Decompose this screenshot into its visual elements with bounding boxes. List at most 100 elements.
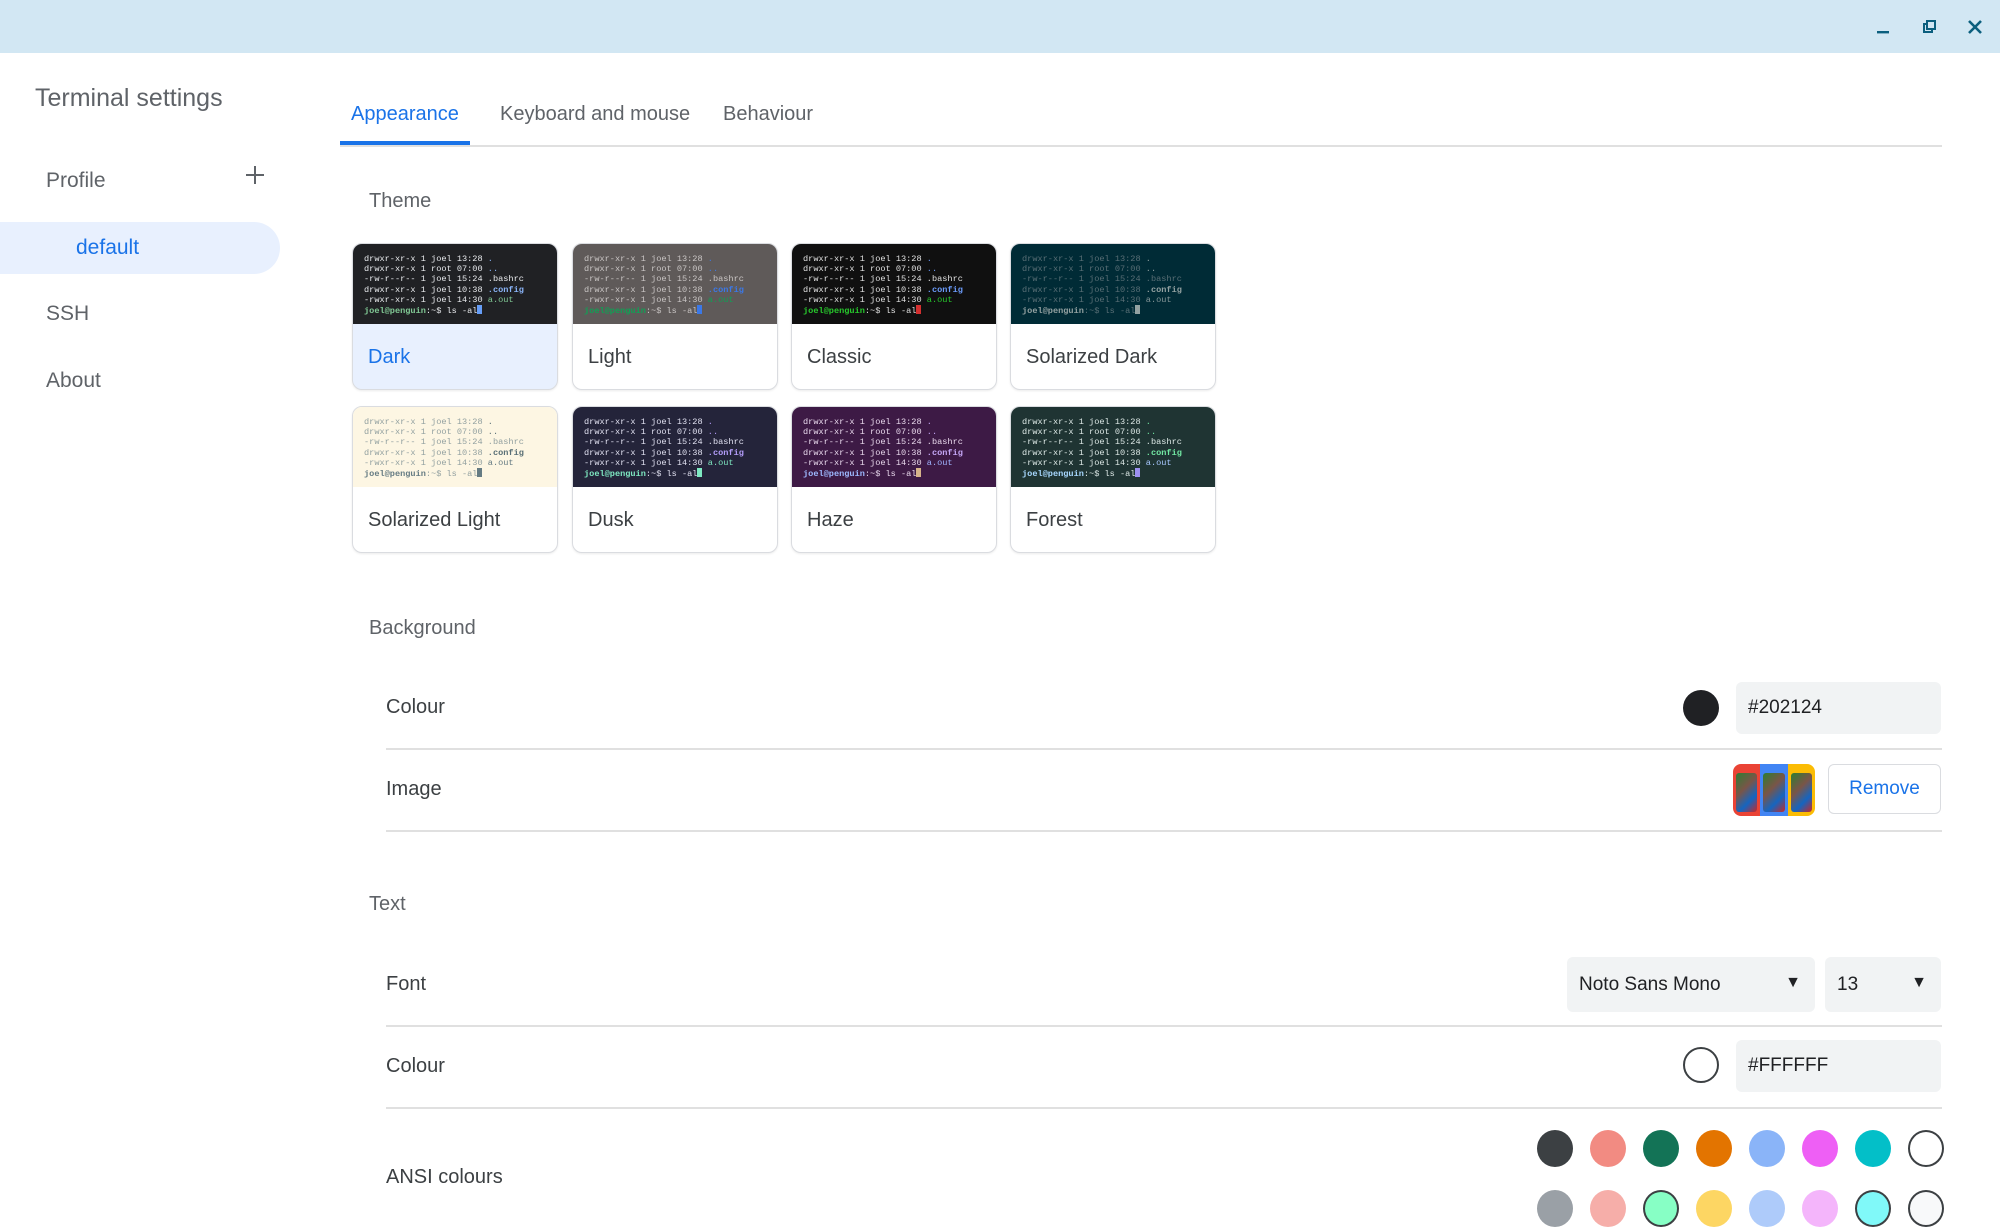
theme-card-dark[interactable]: drwxr-xr-x 1 joel 13:28 . drwxr-xr-x 1 ro… — [352, 243, 558, 390]
sidebar-item-ssh[interactable]: SSH — [0, 288, 280, 340]
preview-line: -rwxr-xr-x 1 joel 14:30 a.out — [1022, 294, 1172, 305]
remove-image-button[interactable]: Remove — [1828, 764, 1941, 814]
background-colour-label: Colour — [386, 696, 445, 718]
ansi-colour-swatch[interactable] — [1802, 1130, 1838, 1167]
ansi-colour-swatch[interactable] — [1855, 1130, 1891, 1167]
font-size-select[interactable]: 13 ▼ — [1825, 957, 1941, 1012]
theme-card-solarized-light[interactable]: drwxr-xr-x 1 joel 13:28 . drwxr-xr-x 1 ro… — [352, 406, 558, 553]
minimize-button[interactable] — [1868, 12, 1898, 42]
preview-line: drwxr-xr-x 1 root 07:00 .. — [364, 427, 499, 438]
theme-card-label: Haze — [807, 509, 854, 531]
preview-prompt: joel@penguin:~$ ls -al — [364, 305, 546, 316]
theme-card-label: Forest — [1026, 509, 1083, 531]
background-image-label: Image — [386, 778, 442, 800]
theme-card-label: Dusk — [588, 509, 634, 531]
theme-card-haze[interactable]: drwxr-xr-x 1 joel 13:28 . drwxr-xr-x 1 ro… — [791, 406, 997, 553]
background-colour-swatch[interactable] — [1683, 690, 1719, 726]
font-family-select[interactable]: Noto Sans Mono ▼ — [1567, 957, 1815, 1012]
ansi-colour-swatch[interactable] — [1908, 1190, 1944, 1227]
theme-card-dusk[interactable]: drwxr-xr-x 1 joel 13:28 . drwxr-xr-x 1 ro… — [572, 406, 778, 553]
preview-line: -rw-r--r-- 1 joel 15:24 .bashrc — [803, 437, 963, 448]
title-bar — [0, 0, 2000, 53]
preview-prompt: joel@penguin:~$ ls -al — [1022, 305, 1204, 316]
preview-line: drwxr-xr-x 1 joel 13:28 . — [803, 254, 932, 264]
sidebar-item-default[interactable]: default — [0, 222, 280, 274]
theme-card-classic[interactable]: drwxr-xr-x 1 joel 13:28 . drwxr-xr-x 1 ro… — [791, 243, 997, 390]
triangle-down-icon: ▼ — [1911, 974, 1927, 991]
text-colour-label: Colour — [386, 1055, 445, 1077]
preview-line: drwxr-xr-x 1 joel 13:28 . — [584, 417, 713, 427]
text-colour-input[interactable]: #FFFFFF — [1736, 1040, 1941, 1092]
text-colour-swatch[interactable] — [1683, 1047, 1719, 1083]
triangle-down-icon: ▼ — [1785, 974, 1801, 991]
preview-line: -rwxr-xr-x 1 joel 14:30 a.out — [364, 294, 514, 305]
preview-prompt: joel@penguin:~$ ls -al — [584, 468, 766, 479]
tab-behaviour[interactable]: Behaviour — [723, 103, 813, 145]
close-icon — [1968, 20, 1982, 34]
preview-line: -rw-r--r-- 1 joel 15:24 .bashrc — [803, 274, 963, 285]
ansi-colour-swatch[interactable] — [1749, 1190, 1785, 1227]
preview-line: -rwxr-xr-x 1 joel 14:30 a.out — [584, 457, 734, 468]
preview-line: -rw-r--r-- 1 joel 15:24 .bashrc — [364, 437, 524, 448]
tab-keyboard-and-mouse[interactable]: Keyboard and mouse — [500, 103, 690, 145]
ansi-colour-swatch[interactable] — [1590, 1190, 1626, 1227]
ansi-colour-swatch[interactable] — [1855, 1190, 1891, 1227]
theme-card-forest[interactable]: drwxr-xr-x 1 joel 13:28 . drwxr-xr-x 1 ro… — [1010, 406, 1216, 553]
font-family-value: Noto Sans Mono — [1579, 973, 1721, 995]
background-heading: Background — [369, 617, 476, 639]
thumbnail-panel — [1733, 764, 1761, 816]
theme-card-solarized-dark[interactable]: drwxr-xr-x 1 joel 13:28 . drwxr-xr-x 1 ro… — [1010, 243, 1216, 390]
sidebar-item-about[interactable]: About — [0, 355, 280, 407]
background-colour-input[interactable]: #202124 — [1736, 682, 1941, 734]
ansi-colour-swatch[interactable] — [1643, 1130, 1679, 1167]
text-heading: Text — [369, 893, 406, 915]
app-title: Terminal settings — [35, 84, 223, 112]
preview-line: drwxr-xr-x 1 joel 10:38 .config — [364, 447, 524, 458]
theme-preview: drwxr-xr-x 1 joel 13:28 . drwxr-xr-x 1 ro… — [792, 407, 996, 487]
restore-icon — [1923, 20, 1936, 33]
ansi-colour-swatch[interactable] — [1696, 1130, 1732, 1167]
theme-card-label: Light — [588, 346, 632, 368]
preview-line: drwxr-xr-x 1 root 07:00 .. — [803, 264, 938, 275]
preview-line: drwxr-xr-x 1 joel 10:38 .config — [803, 284, 963, 295]
preview-prompt: joel@penguin:~$ ls -al — [364, 468, 546, 479]
preview-line: -rwxr-xr-x 1 joel 14:30 a.out — [584, 294, 734, 305]
ansi-colour-swatch[interactable] — [1802, 1190, 1838, 1227]
ansi-colour-swatch[interactable] — [1696, 1190, 1732, 1227]
minimize-icon — [1877, 31, 1889, 34]
preview-line: -rw-r--r-- 1 joel 15:24 .bashrc — [584, 437, 744, 448]
preview-line: drwxr-xr-x 1 joel 13:28 . — [1022, 254, 1151, 264]
preview-prompt: joel@penguin:~$ ls -al — [584, 305, 766, 316]
ansi-colours-label: ANSI colours — [386, 1166, 503, 1188]
preview-line: -rwxr-xr-x 1 joel 14:30 a.out — [803, 294, 953, 305]
preview-line: -rwxr-xr-x 1 joel 14:30 a.out — [803, 457, 953, 468]
theme-preview: drwxr-xr-x 1 joel 13:28 . drwxr-xr-x 1 ro… — [353, 244, 557, 324]
theme-card-label: Classic — [807, 346, 872, 368]
preview-line: drwxr-xr-x 1 root 07:00 .. — [803, 427, 938, 438]
tab-bar: Appearance Keyboard and mouse Behaviour — [340, 95, 1942, 147]
preview-line: drwxr-xr-x 1 joel 10:38 .config — [364, 284, 524, 295]
theme-card-light[interactable]: drwxr-xr-x 1 joel 13:28 . drwxr-xr-x 1 ro… — [572, 243, 778, 390]
ansi-colour-swatch[interactable] — [1643, 1190, 1679, 1227]
ansi-colour-swatch[interactable] — [1908, 1130, 1944, 1167]
theme-preview: drwxr-xr-x 1 joel 13:28 . drwxr-xr-x 1 ro… — [353, 407, 557, 487]
sidebar-item-label: default — [76, 236, 140, 259]
preview-line: drwxr-xr-x 1 root 07:00 .. — [584, 264, 719, 275]
tab-appearance[interactable]: Appearance — [340, 103, 470, 145]
background-image-thumbnail[interactable] — [1733, 764, 1815, 816]
restore-button[interactable] — [1914, 12, 1944, 42]
theme-heading: Theme — [369, 190, 432, 212]
ansi-colour-swatch[interactable] — [1590, 1130, 1626, 1167]
add-profile-button[interactable] — [240, 160, 270, 190]
font-size-value: 13 — [1837, 973, 1859, 995]
ansi-colour-swatch[interactable] — [1537, 1190, 1573, 1227]
theme-card-label: Solarized Dark — [1026, 346, 1158, 368]
preview-line: -rwxr-xr-x 1 joel 14:30 a.out — [364, 457, 514, 468]
thumbnail-panel — [1787, 764, 1815, 816]
preview-line: drwxr-xr-x 1 joel 10:38 .config — [1022, 447, 1182, 458]
preview-line: drwxr-xr-x 1 joel 10:38 .config — [584, 284, 744, 295]
close-button[interactable] — [1960, 12, 1990, 42]
plus-icon — [246, 166, 264, 184]
ansi-colour-swatch[interactable] — [1537, 1130, 1573, 1167]
ansi-colour-swatch[interactable] — [1749, 1130, 1785, 1167]
